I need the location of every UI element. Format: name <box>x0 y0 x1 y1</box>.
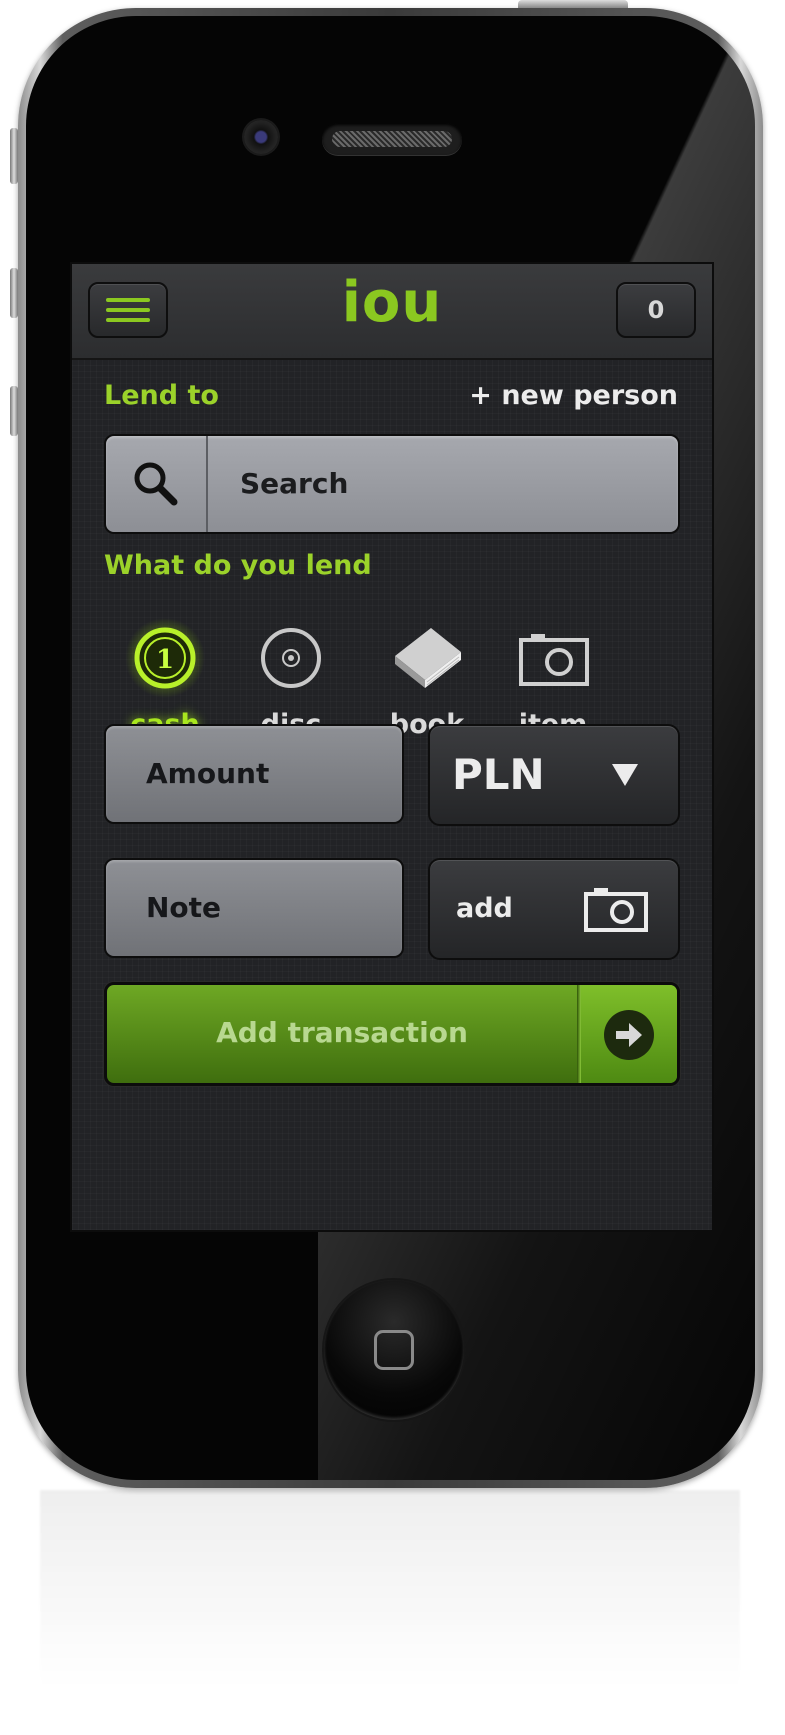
app-screen: iou 0 Lend to + new person Search What d… <box>72 264 712 1230</box>
notifications-count-button[interactable]: 0 <box>616 282 696 338</box>
add-photo-button[interactable]: add <box>428 858 680 960</box>
note-field[interactable]: Note <box>104 858 404 958</box>
arrow-right-icon <box>604 1010 654 1060</box>
front-camera <box>244 120 278 154</box>
home-square-icon <box>374 1330 414 1370</box>
volume-up-button <box>10 268 18 318</box>
search-icon <box>106 436 208 532</box>
mute-switch <box>10 128 18 184</box>
add-transaction-label: Add transaction <box>216 1016 468 1049</box>
cta-arrow-zone <box>581 985 677 1083</box>
phone-reflection <box>40 1490 740 1730</box>
camera-icon <box>519 634 589 686</box>
currency-value: PLN <box>452 750 545 799</box>
new-person-link[interactable]: + new person <box>469 380 678 411</box>
amount-field[interactable]: Amount <box>104 724 404 824</box>
amount-placeholder: Amount <box>146 757 270 790</box>
count-badge: 0 <box>647 296 665 324</box>
currency-select[interactable]: PLN <box>428 724 680 826</box>
volume-down-button <box>10 386 18 436</box>
search-field[interactable]: Search <box>104 434 680 534</box>
home-button[interactable] <box>324 1280 464 1420</box>
book-icon <box>395 628 461 688</box>
add-transaction-button[interactable]: Add transaction <box>104 982 680 1086</box>
earpiece-speaker <box>322 123 462 155</box>
navigation-bar: iou 0 <box>72 264 712 360</box>
coin-icon: 1 <box>125 618 205 698</box>
caret-down-icon <box>612 764 638 786</box>
what-do-you-lend-label: What do you lend <box>104 550 372 581</box>
power-button <box>518 0 628 8</box>
note-placeholder: Note <box>146 891 222 924</box>
coin-digit: 1 <box>156 645 174 675</box>
lend-to-label: Lend to <box>104 380 219 411</box>
disc-icon <box>261 628 321 688</box>
add-photo-label: add <box>456 893 513 924</box>
camera-icon <box>584 888 648 932</box>
search-placeholder: Search <box>240 467 349 500</box>
